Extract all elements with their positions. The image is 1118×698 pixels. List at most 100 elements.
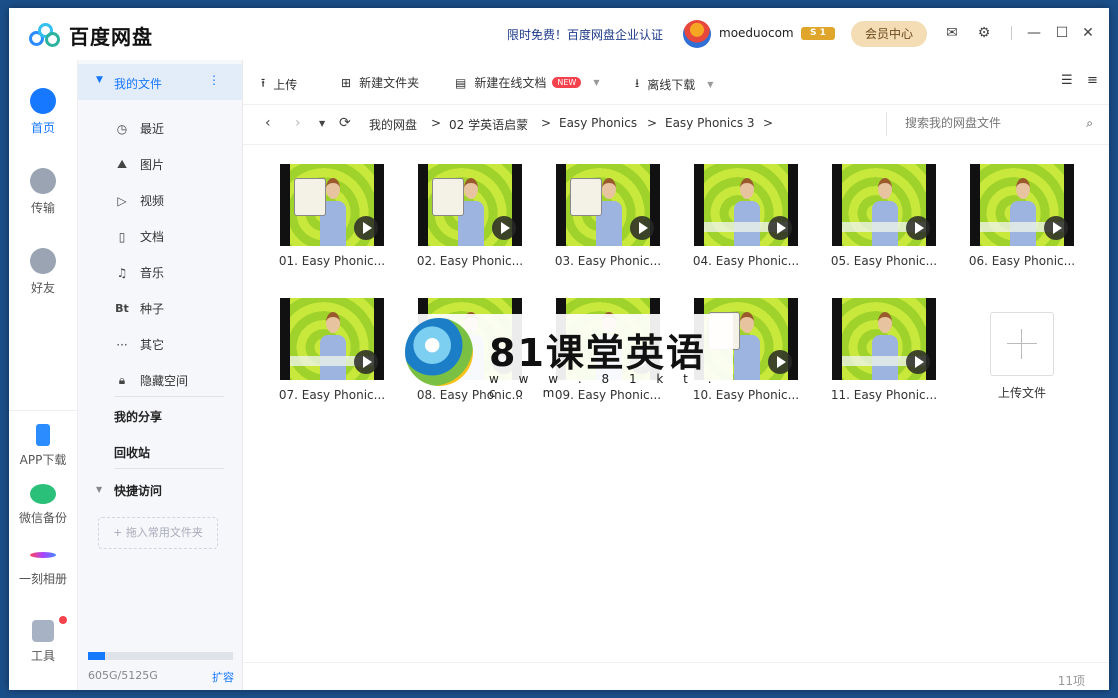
file-item[interactable]: 11. Easy Phonic... — [819, 298, 949, 402]
watermark-logo-icon — [405, 318, 473, 386]
search-box: ⌕ — [886, 112, 1097, 136]
refresh-icon[interactable]: ⟳ — [339, 115, 351, 131]
new-online-doc-label: 新建在线文档 — [474, 76, 547, 90]
nav-home[interactable]: 首页 — [9, 88, 77, 136]
gear-icon[interactable]: ⚙ — [975, 24, 993, 42]
divider — [1011, 26, 1012, 40]
sidebar-item-hidden-space[interactable]: 🔒︎ 隐藏空间 — [114, 372, 188, 389]
chevron-down-icon[interactable]: ▼ — [593, 78, 599, 87]
forward-icon[interactable]: › — [295, 115, 301, 131]
sidebar-item-images[interactable]: ⛰ 图片 — [114, 156, 164, 173]
nav-app-download[interactable]: APP下载 — [9, 424, 77, 468]
vip-badge[interactable]: S 1 — [801, 27, 835, 40]
nav-album[interactable]: 一刻相册 — [9, 544, 77, 587]
nav-tools-label: 工具 — [30, 649, 55, 663]
file-item[interactable]: 04. Easy Phonic... — [681, 164, 811, 268]
caret-down-icon[interactable]: ▼ — [96, 75, 103, 85]
sidebar-item-recycle[interactable]: 回收站 — [114, 444, 150, 461]
notification-dot — [59, 616, 67, 624]
file-name: 03. Easy Phonic... — [554, 254, 662, 268]
file-item[interactable]: 02. Easy Phonic... — [405, 164, 535, 268]
sidebar-item-recent[interactable]: ◷ 最近 — [114, 120, 164, 137]
file-name: 11. Easy Phonic... — [830, 388, 938, 402]
nav-transfer[interactable]: 传输 — [9, 168, 77, 216]
item-count: 11项 — [1057, 674, 1085, 688]
history-dropdown-icon[interactable]: ▼ — [319, 119, 325, 128]
sidebar-item-my-share[interactable]: 我的分享 — [114, 408, 162, 425]
member-center-button[interactable]: 会员中心 — [851, 21, 927, 47]
breadcrumb-item[interactable]: 我的网盘 — [369, 116, 417, 133]
play-icon — [492, 216, 516, 240]
search-input[interactable] — [903, 115, 1077, 131]
image-icon: ⛰ — [116, 157, 128, 171]
sidebar-item-torrents[interactable]: Bt 种子 — [114, 300, 164, 317]
more-icon[interactable]: ⋮ — [208, 73, 220, 87]
file-item[interactable]: 07. Easy Phonic... — [267, 298, 397, 402]
username[interactable]: moeduocom — [719, 26, 794, 40]
avatar[interactable] — [683, 20, 711, 48]
nav-album-label: 一刻相册 — [18, 572, 67, 586]
sort-icon[interactable]: ☰ — [1061, 73, 1073, 88]
nav-wechat-backup[interactable]: 微信备份 — [9, 484, 77, 526]
upload-button[interactable]: ⭱ 上传 — [261, 74, 297, 95]
storage-usage: 605G/5125G — [88, 669, 158, 682]
new-online-doc-button[interactable]: ▤ 新建在线文档 NEW ▼ — [455, 74, 599, 91]
video-thumbnail — [832, 298, 936, 380]
file-item[interactable]: 06. Easy Phonic... — [957, 164, 1087, 268]
breadcrumb-item[interactable]: Easy Phonics 3 — [665, 116, 755, 130]
sidebar-item-my-files[interactable]: ▼ 我的文件 ⋮ — [78, 64, 242, 100]
sidebar-item-my-files-label: 我的文件 — [114, 77, 163, 91]
caret-down-icon[interactable]: ▼ — [96, 485, 102, 494]
promo-link[interactable]: 限时免费！百度网盘企业认证 — [507, 26, 663, 43]
maximize-icon[interactable]: ☐ — [1053, 24, 1071, 42]
mail-icon[interactable]: ✉ — [943, 24, 961, 42]
app-title: 百度网盘 — [69, 25, 153, 49]
search-icon[interactable]: ⌕ — [1086, 116, 1093, 131]
sidebar-item-others[interactable]: ··· 其它 — [114, 336, 164, 353]
file-name: 05. Easy Phonic... — [830, 254, 938, 268]
bt-icon: Bt — [115, 302, 129, 315]
transfer-icon — [30, 168, 56, 194]
new-badge: NEW — [552, 77, 582, 88]
breadcrumb-item[interactable]: 02 学英语启蒙 — [449, 116, 528, 133]
sidebar-item-label: 其它 — [140, 338, 165, 352]
file-item[interactable]: 05. Easy Phonic... — [819, 164, 949, 268]
list-view-icon[interactable]: ≡ — [1087, 73, 1098, 88]
offline-download-button[interactable]: ⭳ 离线下载 ▼ — [635, 74, 713, 95]
play-icon — [354, 350, 378, 374]
play-icon — [768, 350, 792, 374]
nav-friends[interactable]: 好友 — [9, 248, 77, 296]
watermark-text: 81课堂英语 — [489, 331, 706, 375]
nav-home-label: 首页 — [30, 121, 55, 135]
sidebar-item-label: 隐藏空间 — [140, 374, 189, 388]
divider — [114, 468, 224, 469]
sidebar-item-videos[interactable]: ▷ 视频 — [114, 192, 164, 209]
sidebar-item-quick-access[interactable]: 快捷访问 — [114, 482, 162, 499]
play-icon — [906, 216, 930, 240]
minimize-icon[interactable]: — — [1025, 24, 1043, 42]
chevron-down-icon[interactable]: ▼ — [707, 80, 713, 89]
nav-friends-label: 好友 — [30, 281, 55, 295]
sidebar-item-music[interactable]: ♫ 音乐 — [114, 264, 164, 281]
play-icon — [1044, 216, 1068, 240]
cloud-icon — [30, 88, 56, 114]
new-folder-label: 新建文件夹 — [359, 76, 420, 90]
nav-app-download-label: APP下载 — [19, 453, 67, 467]
video-thumbnail — [280, 298, 384, 380]
upload-file-tile[interactable]: 上传文件 — [957, 298, 1087, 401]
close-icon[interactable]: ✕ — [1079, 24, 1097, 42]
new-folder-button[interactable]: ⊞ 新建文件夹 — [341, 74, 419, 91]
back-icon[interactable]: ‹ — [265, 115, 271, 131]
expand-storage-link[interactable]: 扩容 — [212, 669, 234, 685]
quick-access-drop-zone[interactable]: + 拖入常用文件夹 — [98, 517, 218, 549]
lock-icon: 🔒︎ — [118, 373, 126, 387]
divider — [114, 396, 224, 397]
storage-progress-fill — [88, 652, 106, 660]
file-item[interactable]: 01. Easy Phonic... — [267, 164, 397, 268]
file-item[interactable]: 03. Easy Phonic... — [543, 164, 673, 268]
nav-divider — [9, 410, 77, 411]
sidebar-item-label: 最近 — [140, 122, 165, 136]
breadcrumb-item[interactable]: Easy Phonics — [559, 116, 637, 130]
nav-tools[interactable]: 工具 — [9, 616, 77, 664]
sidebar-item-documents[interactable]: ▯ 文档 — [114, 228, 164, 245]
